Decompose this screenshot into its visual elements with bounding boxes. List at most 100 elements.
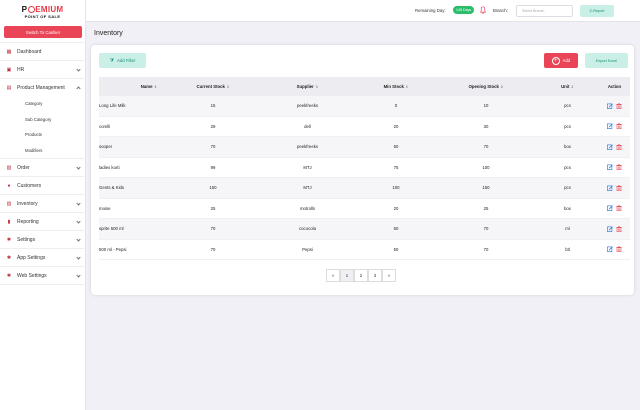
cell-opening: 25 [483,205,489,211]
sidebar-subitem-sub-category[interactable]: Sub Category [0,112,86,128]
dashboard-icon: ▦ [6,48,12,55]
add-filter-button[interactable]: ⧩ Add Filter [99,53,146,68]
cell-current: 70 [210,226,216,232]
edit-icon[interactable] [607,205,613,212]
sidebar-subitem-products[interactable]: Products [0,127,86,143]
trash-icon[interactable] [616,164,622,171]
box-icon: ▤ [6,84,12,91]
inventory-table: Name ⇕ Current Stock ⇕ Supplier ⇕ Min Stock… [99,77,630,260]
trash-icon[interactable] [616,103,622,109]
trash-icon[interactable] [616,123,622,130]
column-header-unit[interactable]: Unit ⇕ [536,84,599,89]
chevron-down-icon [76,255,81,260]
edit-icon[interactable] [607,164,613,171]
switch-to-cashier-button[interactable]: Switch To Cashier [4,26,82,38]
branch-select[interactable]: Select Branch [516,5,573,17]
trash-icon[interactable] [616,246,622,253]
cell-supplier: cococola [299,226,316,232]
sidebar-item-reporting[interactable]: ▮ Reporting [0,212,86,230]
edit-icon[interactable] [607,185,613,191]
table-row: Long Life Milk 15 peekfreeks 0 10 pcs [99,96,630,117]
sidebar-item-customers[interactable]: ● Customers [0,176,86,194]
logo-text: EMIUM [35,4,64,14]
sidebar-item-label: Order [17,164,30,171]
trash-icon[interactable] [616,144,622,150]
cell-min: 100 [392,185,400,191]
sidebar-subitem-modifiers[interactable]: Modifiers [0,143,86,159]
logo-subtitle: POINT OF SALE [24,13,61,19]
bell-icon[interactable] [480,6,486,14]
cell-actions [599,164,630,171]
edit-icon[interactable] [607,246,613,253]
sidebar-item-hr[interactable]: ▣ HR [0,60,86,78]
cell-opening: 150 [482,185,490,191]
cell-actions [599,144,630,150]
column-header-label: Unit [561,84,570,89]
sort-icon: ⇕ [570,85,574,89]
table-row: 500 ml - Pepsi 70 Pepsi 50 70 btl [99,240,630,260]
trash-icon[interactable] [616,185,622,191]
sidebar-item-label: Inventory [17,200,38,207]
sidebar-item-label: Dashboard [17,48,42,55]
cell-name: sprite 500 ml [99,226,124,232]
cell-actions [599,205,630,212]
cell-name: ladies kurti [99,164,120,170]
sort-icon: ⇕ [405,85,409,89]
z-report-button[interactable]: Z-Report [580,5,614,17]
sidebar-item-settings[interactable]: ✱ Settings [0,230,86,248]
cell-actions [599,185,630,191]
filter-icon: ⧩ [109,57,115,64]
edit-icon[interactable] [607,226,613,232]
sidebar-item-product-management[interactable]: ▤ Product Management [0,78,86,96]
table-row: corelli 29 dell 20 30 pcs [99,117,630,137]
cell-actions [599,226,630,232]
sidebar-item-inventory[interactable]: ▥ Inventory [0,194,86,212]
page-title: Inventory [94,30,123,37]
column-header-name[interactable]: Name ⇕ [99,84,167,89]
table-header-row: Name ⇕ Current Stock ⇕ Supplier ⇕ Min Stock… [99,77,630,96]
trash-icon[interactable] [616,226,622,232]
column-header-label: Name [140,84,153,89]
cell-supplier: dell [304,123,311,129]
cell-min: 50 [393,144,399,150]
edit-icon[interactable] [607,103,613,109]
export-excel-button[interactable]: Export Excel [585,53,628,68]
cell-supplier: peekfreeks [296,103,319,109]
cell-unit: pcs [564,123,571,129]
add-filter-label: Add Filter [117,58,136,63]
column-header-current-stock[interactable]: Current Stock ⇕ [167,84,259,89]
cell-current: 99 [210,164,216,170]
trash-icon[interactable] [616,205,622,212]
pagination-page-3[interactable]: 3 [368,269,382,282]
column-header-min-stock[interactable]: Min Stock ⇕ [356,84,436,89]
edit-icon[interactable] [607,123,613,130]
sidebar-subitem-category[interactable]: Category [0,96,86,112]
sidebar-item-label: Web Settings [17,272,47,279]
cell-unit: ml [565,226,570,232]
pagination-prev-button[interactable]: « [326,269,340,282]
brand-logo[interactable]: P EMIUM POINT OF SALE [0,0,85,24]
cell-opening: 70 [483,246,489,252]
sidebar-item-app-settings[interactable]: ✱ App Settings [0,248,86,266]
sidebar-item-dashboard[interactable]: ▦ Dashboard [0,42,86,60]
chevron-down-icon [76,273,81,278]
add-button[interactable]: + Add [544,53,578,68]
cell-opening: 70 [483,144,489,150]
cell-unit: pcs [564,103,571,109]
pagination-page-2[interactable]: 2 [354,269,368,282]
cell-min: 20 [393,123,399,129]
sidebar-item-web-settings[interactable]: ✱ Web Settings [0,266,86,284]
pagination-page-1[interactable]: 1 [340,269,354,282]
chevron-down-icon [76,237,81,242]
chevron-down-icon [76,201,81,206]
column-header-opening-stock[interactable]: Opening Stock ⇕ [436,84,536,89]
cell-current: 70 [210,144,216,150]
edit-icon[interactable] [607,144,613,150]
column-header-label: Opening Stock [468,84,499,89]
sidebar-item-order[interactable]: ▧ Order [0,158,86,176]
chevron-down-icon [76,165,81,170]
column-header-supplier[interactable]: Supplier ⇕ [259,84,356,89]
pagination-next-button[interactable]: » [382,269,396,282]
chevron-down-icon [76,219,81,224]
sort-icon: ⇕ [153,85,157,89]
